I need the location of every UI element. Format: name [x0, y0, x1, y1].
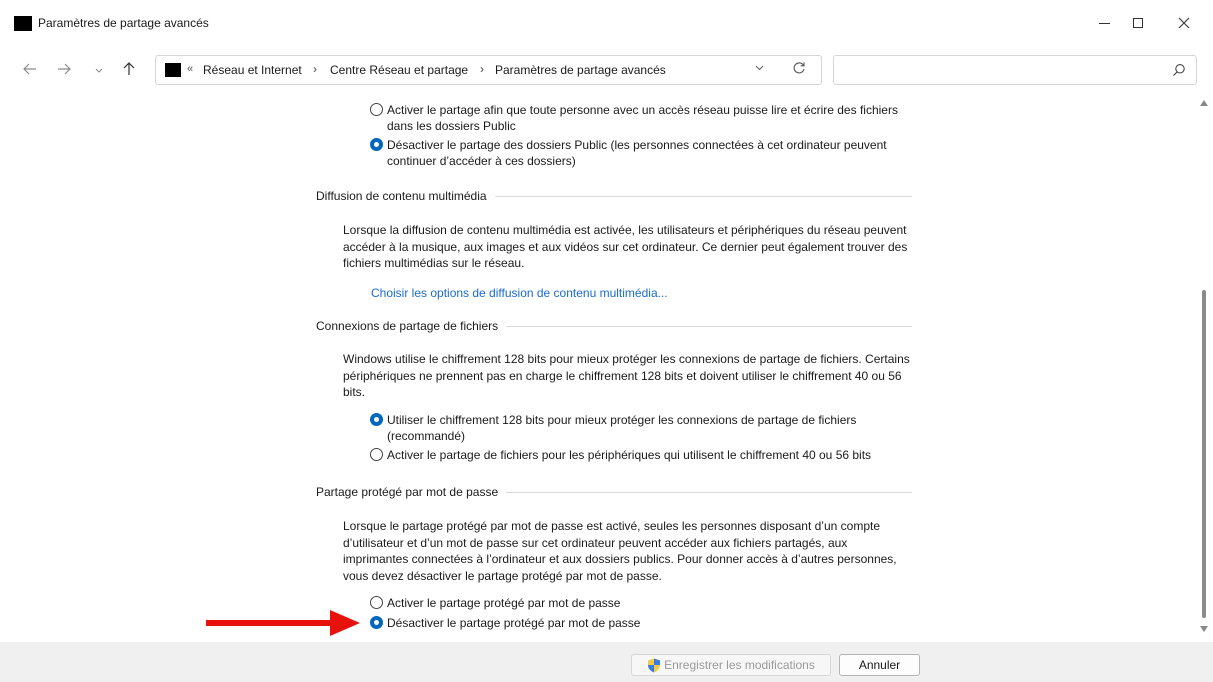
radio-label: Désactiver le partage protégé par mot de…: [387, 616, 641, 630]
save-changes-button[interactable]: Enregistrer les modifications: [631, 654, 831, 676]
close-icon: [1178, 17, 1190, 29]
back-button[interactable]: [20, 59, 40, 79]
forward-button[interactable]: [54, 59, 74, 79]
up-button[interactable]: [119, 59, 139, 79]
cancel-button[interactable]: Annuler: [839, 654, 920, 676]
radio-password-disable[interactable]: [370, 616, 383, 629]
arrow-left-icon: [23, 63, 36, 75]
maximize-button[interactable]: [1118, 10, 1158, 36]
chevron-down-icon: [95, 68, 103, 73]
public-sharing-enable-option[interactable]: Activer le partage afin que toute person…: [370, 102, 910, 134]
search-input[interactable]: [833, 55, 1197, 85]
encryption-40-56-option[interactable]: Activer le partage de fichiers pour les …: [370, 447, 930, 463]
refresh-icon: [793, 62, 805, 74]
radio-label: Activer le partage afin que toute person…: [387, 103, 898, 133]
radio-public-disable[interactable]: [370, 138, 383, 151]
encryption-128-option[interactable]: Utiliser le chiffrement 128 bits pour mi…: [370, 412, 910, 444]
minimize-icon: [1098, 22, 1110, 24]
password-sharing-description: Lorsque le partage protégé par mot de pa…: [343, 519, 897, 583]
address-bar[interactable]: « Réseau et Internet › Centre Réseau et …: [155, 55, 822, 85]
media-streaming-options-link[interactable]: Choisir les options de diffusion de cont…: [371, 286, 668, 300]
search-icon: [1173, 64, 1185, 76]
arrow-up-icon: [123, 62, 135, 75]
shield-icon: [648, 658, 661, 672]
address-dropdown-button[interactable]: [755, 63, 764, 73]
breadcrumb-network-internet[interactable]: Réseau et Internet: [203, 63, 302, 77]
radio-label: Activer le partage de fichiers pour les …: [387, 448, 872, 462]
red-arrow-annotation: [206, 610, 360, 636]
section-title-media-streaming: Diffusion de contenu multimédia: [316, 189, 495, 203]
breadcrumb-network-center[interactable]: Centre Réseau et partage: [330, 63, 468, 77]
recent-locations-button[interactable]: [89, 60, 109, 80]
save-button-label: Enregistrer les modifications: [664, 658, 815, 672]
control-panel-icon: [165, 63, 181, 77]
file-sharing-description: Windows utilise le chiffrement 128 bits …: [343, 352, 910, 399]
scroll-down-arrow-icon[interactable]: [1200, 626, 1208, 632]
cancel-button-label: Annuler: [858, 658, 901, 672]
vertical-scrollbar[interactable]: [1196, 94, 1213, 642]
address-overflow[interactable]: «: [187, 63, 193, 75]
media-streaming-description: Lorsque la diffusion de contenu multiméd…: [343, 223, 908, 270]
action-bar: Enregistrer les modifications Annuler: [0, 642, 1213, 682]
section-title-file-sharing: Connexions de partage de fichiers: [316, 319, 507, 333]
app-icon: [14, 16, 32, 31]
navigation-bar: « Réseau et Internet › Centre Réseau et …: [0, 46, 1213, 94]
scrollbar-thumb[interactable]: [1202, 290, 1206, 618]
title-bar: Paramètres de partage avancés: [0, 0, 1213, 46]
refresh-button[interactable]: [792, 61, 806, 78]
password-sharing-enable-option[interactable]: Activer le partage protégé par mot de pa…: [370, 595, 910, 611]
breadcrumb-separator[interactable]: ›: [313, 62, 317, 76]
public-sharing-disable-option[interactable]: Désactiver le partage des dossiers Publi…: [370, 137, 910, 169]
password-sharing-disable-option[interactable]: Désactiver le partage protégé par mot de…: [370, 615, 910, 631]
radio-password-enable[interactable]: [370, 596, 383, 609]
radio-label: Activer le partage protégé par mot de pa…: [387, 596, 621, 610]
radio-encryption-40-56[interactable]: [370, 448, 383, 461]
breadcrumb-advanced-sharing[interactable]: Paramètres de partage avancés: [495, 63, 666, 77]
radio-encryption-128[interactable]: [370, 413, 383, 426]
scroll-up-arrow-icon[interactable]: [1200, 100, 1208, 106]
radio-label: Désactiver le partage des dossiers Publi…: [387, 138, 887, 168]
breadcrumb-separator[interactable]: ›: [480, 62, 484, 76]
arrow-right-icon: [58, 63, 71, 75]
settings-content: Activer le partage afin que toute person…: [0, 94, 1196, 642]
window-title: Paramètres de partage avancés: [38, 16, 209, 30]
maximize-icon: [1133, 18, 1143, 28]
close-button[interactable]: [1164, 10, 1204, 36]
section-title-password-sharing: Partage protégé par mot de passe: [316, 485, 507, 499]
radio-label: Utiliser le chiffrement 128 bits pour mi…: [387, 413, 857, 443]
radio-public-enable[interactable]: [370, 103, 383, 116]
chevron-down-icon: [755, 65, 764, 71]
